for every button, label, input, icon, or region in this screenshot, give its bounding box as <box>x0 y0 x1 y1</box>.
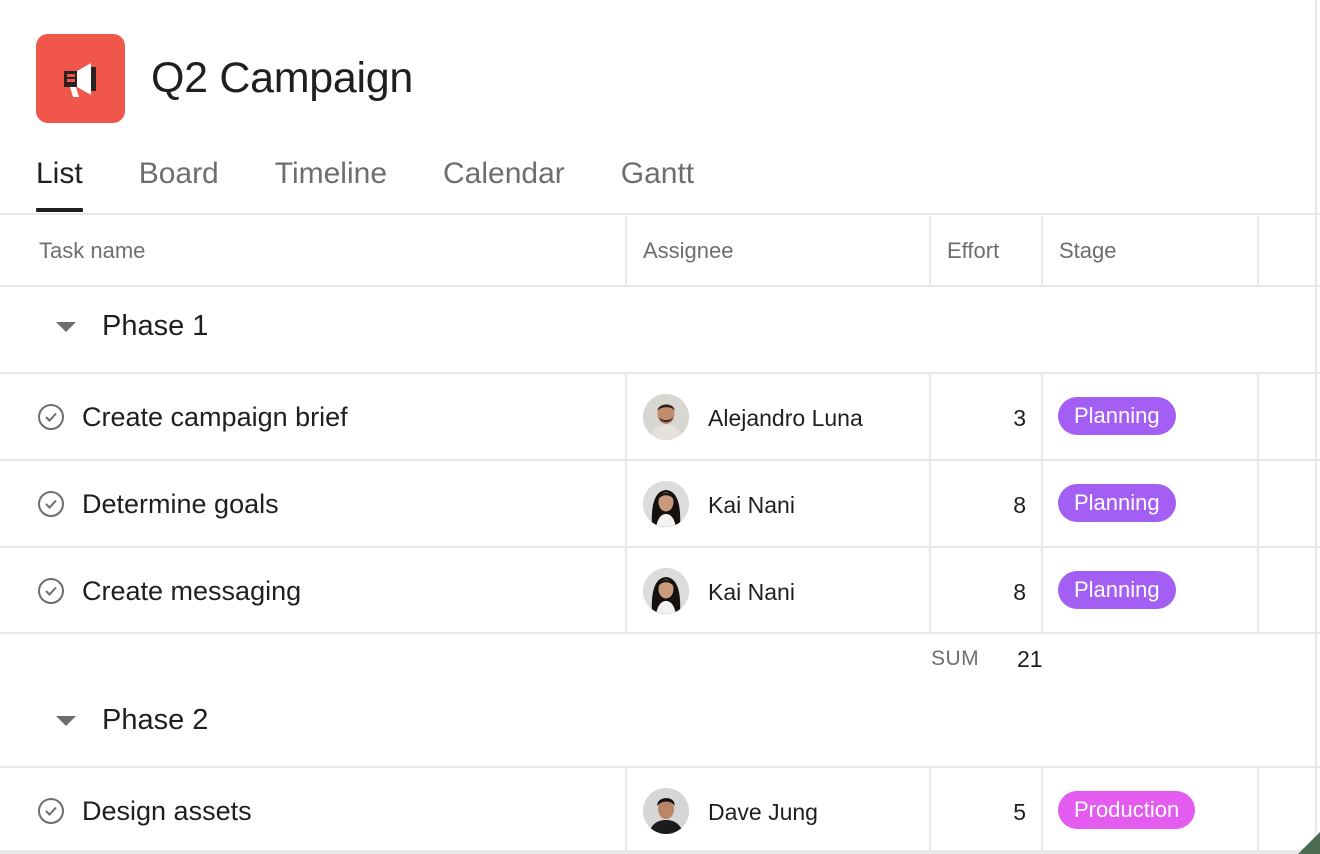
sum-value: 21 <box>1017 646 1043 672</box>
assignee-name: Dave Jung <box>708 799 818 825</box>
column-divider[interactable] <box>625 213 627 286</box>
effort-value[interactable]: 8 <box>1013 577 1026 607</box>
divider <box>0 213 1320 215</box>
tab-board[interactable]: Board <box>139 150 219 213</box>
avatar[interactable] <box>643 394 689 440</box>
avatar[interactable] <box>643 568 689 614</box>
check-circle-icon[interactable] <box>38 578 64 604</box>
section-title[interactable]: Phase 2 <box>102 702 208 738</box>
assignee-name: Alejandro Luna <box>708 405 863 431</box>
column-header-assignee[interactable]: Assignee <box>643 236 734 266</box>
column-header-task-name[interactable]: Task name <box>39 236 145 266</box>
section-header[interactable]: Phase 1 <box>0 287 1320 373</box>
stage-badge[interactable]: Planning <box>1058 571 1176 609</box>
task-row[interactable]: Create messaging Kai Nani 8 Planning <box>0 548 1320 634</box>
avatar[interactable] <box>643 481 689 527</box>
effort-value[interactable]: 3 <box>1013 403 1026 433</box>
effort-value[interactable]: 8 <box>1013 490 1026 520</box>
caret-down-icon[interactable] <box>56 322 76 332</box>
megaphone-icon <box>63 62 96 97</box>
tab-list[interactable]: List <box>36 150 83 213</box>
task-row[interactable]: Design assets Dave Jung 5 Production <box>0 768 1320 854</box>
section-header[interactable]: Phase 2 <box>0 681 1320 767</box>
assignee-name: Kai Nani <box>708 492 795 518</box>
column-divider[interactable] <box>1257 213 1259 286</box>
column-header-effort[interactable]: Effort <box>947 236 999 266</box>
tab-timeline[interactable]: Timeline <box>275 150 387 213</box>
assignee-name: Kai Nani <box>708 579 795 605</box>
stage-badge[interactable]: Production <box>1058 791 1196 829</box>
effort-value[interactable]: 5 <box>1013 797 1026 827</box>
project-page: Q2 Campaign List Board Timeline Calendar… <box>0 0 1320 854</box>
task-row[interactable]: Determine goals Kai Nani 8 Planning <box>0 461 1320 547</box>
task-name[interactable]: Create messaging <box>82 574 301 608</box>
view-tabs: List Board Timeline Calendar Gantt <box>36 150 750 213</box>
tab-gantt[interactable]: Gantt <box>621 150 694 213</box>
project-title: Q2 Campaign <box>151 54 414 102</box>
sum-label: SUM <box>931 647 980 670</box>
task-row[interactable]: Create campaign brief Alejandro Luna 3 P… <box>0 374 1320 460</box>
stage-badge[interactable]: Planning <box>1058 397 1176 435</box>
column-divider[interactable] <box>1041 213 1043 286</box>
section-title[interactable]: Phase 1 <box>102 308 208 344</box>
task-name[interactable]: Design assets <box>82 794 252 828</box>
column-header-stage[interactable]: Stage <box>1059 236 1117 266</box>
project-icon[interactable] <box>36 34 125 123</box>
check-circle-icon[interactable] <box>38 798 64 824</box>
check-circle-icon[interactable] <box>38 404 64 430</box>
task-name[interactable]: Create campaign brief <box>82 400 348 434</box>
column-divider[interactable] <box>929 213 931 286</box>
task-name[interactable]: Determine goals <box>82 487 279 521</box>
tab-calendar[interactable]: Calendar <box>443 150 565 213</box>
avatar[interactable] <box>643 788 689 834</box>
caret-down-icon[interactable] <box>56 716 76 726</box>
stage-badge[interactable]: Planning <box>1058 484 1176 522</box>
check-circle-icon[interactable] <box>38 491 64 517</box>
